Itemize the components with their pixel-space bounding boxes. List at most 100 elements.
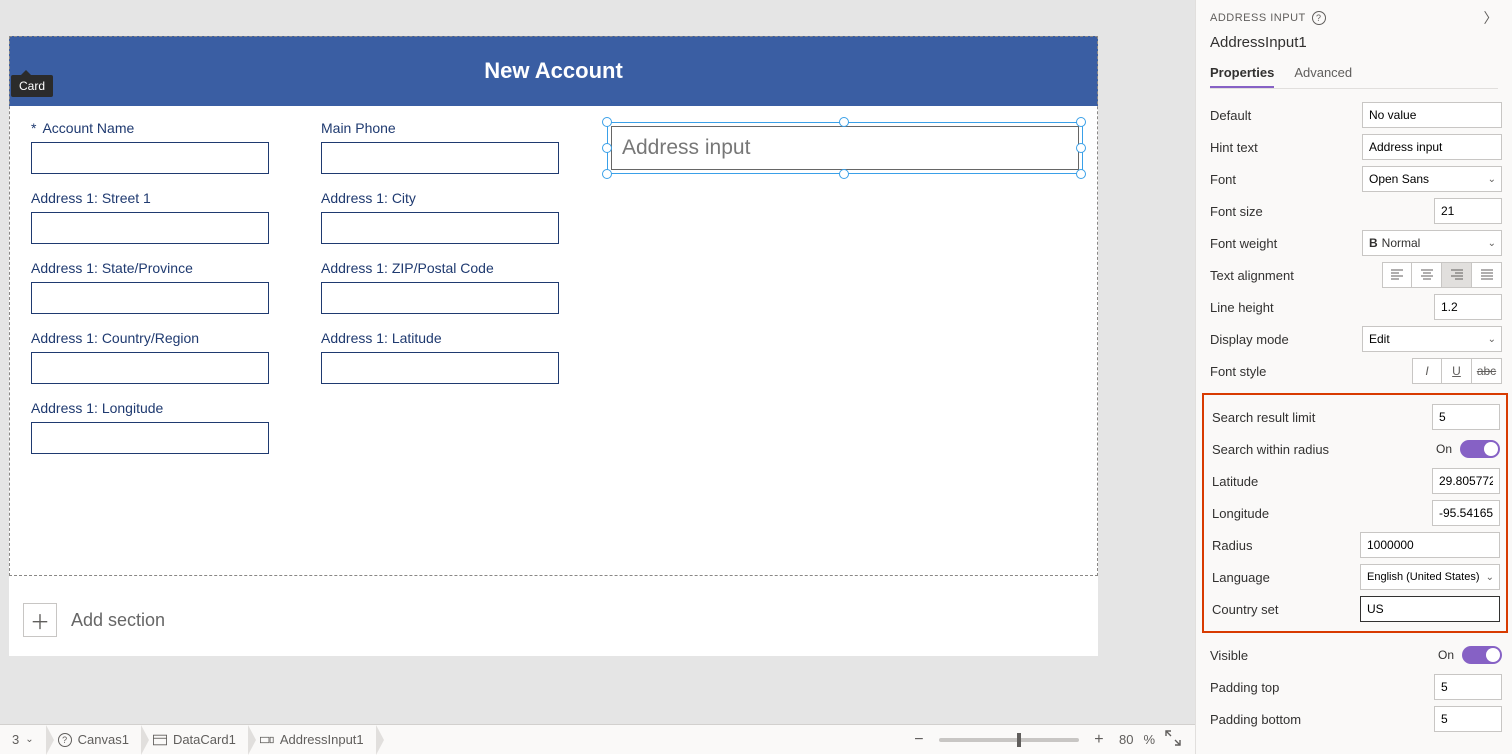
tab-advanced[interactable]: Advanced xyxy=(1294,59,1352,88)
add-section-button[interactable]: ＋ Add section xyxy=(9,590,1098,650)
input-account-name[interactable] xyxy=(31,142,269,174)
prop-radius: Radius xyxy=(1212,529,1500,561)
input-pad-top[interactable] xyxy=(1434,674,1502,700)
plus-icon: ＋ xyxy=(23,603,57,637)
prop-latitude: Latitude xyxy=(1212,465,1500,497)
address-input-box[interactable]: Address input xyxy=(611,126,1079,170)
input-zip[interactable] xyxy=(321,282,559,314)
select-font[interactable] xyxy=(1362,166,1502,192)
field-account-name: *Account Name xyxy=(31,120,321,174)
prop-line-height: Line height xyxy=(1210,291,1502,323)
input-street1[interactable] xyxy=(31,212,269,244)
field-city: Address 1: City xyxy=(321,190,611,244)
breadcrumb-addressinput1[interactable]: AddressInput1 xyxy=(248,725,376,754)
input-latitude[interactable] xyxy=(321,352,559,384)
collapse-panel-icon[interactable]: 〉 xyxy=(1484,8,1499,28)
field-label: Main Phone xyxy=(321,120,396,136)
input-font-size[interactable] xyxy=(1434,198,1502,224)
input-main-phone[interactable] xyxy=(321,142,559,174)
prop-display-mode: Display mode ⌄ xyxy=(1210,323,1502,355)
field-street1: Address 1: Street 1 xyxy=(31,190,321,244)
field-latitude: Address 1: Latitude xyxy=(321,330,611,384)
align-right-button[interactable] xyxy=(1442,262,1472,288)
zoom-controls: − + 80 % xyxy=(909,730,1195,749)
align-group xyxy=(1382,262,1502,288)
help-icon[interactable]: ? xyxy=(1312,11,1326,25)
input-prop-latitude[interactable] xyxy=(1432,468,1500,494)
prop-default: Default xyxy=(1210,99,1502,131)
field-label: Address 1: Street 1 xyxy=(31,190,151,206)
input-prop-longitude[interactable] xyxy=(1432,500,1500,526)
input-search-limit[interactable] xyxy=(1432,404,1500,430)
italic-button[interactable]: I xyxy=(1412,358,1442,384)
input-hint[interactable] xyxy=(1362,134,1502,160)
zoom-slider[interactable] xyxy=(939,738,1079,742)
add-section-label: Add section xyxy=(71,610,165,631)
underline-button[interactable]: U xyxy=(1442,358,1472,384)
field-label: Address 1: City xyxy=(321,190,416,206)
tooltip-card: Card xyxy=(11,75,53,97)
field-label: Account Name xyxy=(42,120,134,136)
breadcrumb-datacard1[interactable]: DataCard1 xyxy=(141,725,248,754)
prop-language: Language ⌄ xyxy=(1212,561,1500,593)
field-main-phone: Main Phone xyxy=(321,120,611,174)
align-justify-button[interactable] xyxy=(1472,262,1502,288)
field-longitude: Address 1: Longitude xyxy=(31,400,321,454)
card-icon xyxy=(153,734,167,746)
field-country: Address 1: Country/Region xyxy=(31,330,321,384)
breadcrumb-canvas1[interactable]: ? Canvas1 xyxy=(46,725,141,754)
zoom-percent: 80 xyxy=(1119,732,1133,747)
prop-font-style: Font style I U abc xyxy=(1210,355,1502,387)
search-settings-highlight: Search result limit Search within radius… xyxy=(1202,393,1508,633)
zoom-unit: % xyxy=(1143,732,1155,747)
chevron-down-icon: ⌄ xyxy=(25,734,33,745)
panel-tabs: Properties Advanced xyxy=(1210,59,1498,89)
strike-button[interactable]: abc xyxy=(1472,358,1502,384)
select-language[interactable] xyxy=(1360,564,1500,590)
font-style-group: I U abc xyxy=(1412,358,1502,384)
breadcrumb-bar: 3 ⌄ ? Canvas1 DataCard1 AddressInput1 − … xyxy=(0,724,1195,754)
toggle-visible[interactable] xyxy=(1462,646,1502,664)
zoom-out-button[interactable]: − xyxy=(909,731,929,749)
field-label: Address 1: ZIP/Postal Code xyxy=(321,260,494,276)
align-left-button[interactable] xyxy=(1382,262,1412,288)
control-name: AddressInput1 xyxy=(1210,34,1498,51)
panel-category: ADDRESS INPUT xyxy=(1210,12,1306,24)
fullscreen-icon[interactable] xyxy=(1165,730,1181,749)
field-label: Address 1: State/Province xyxy=(31,260,193,276)
form-card: New Account *Account Name Main Phone Add… xyxy=(9,36,1098,656)
input-pad-bottom[interactable] xyxy=(1434,706,1502,732)
input-city[interactable] xyxy=(321,212,559,244)
breadcrumb-first[interactable]: 3 ⌄ xyxy=(0,725,46,754)
address-input-control[interactable]: Address input xyxy=(611,126,1079,470)
prop-visible: Visible On xyxy=(1210,639,1502,671)
prop-hint: Hint text xyxy=(1210,131,1502,163)
form-title: New Account xyxy=(9,36,1098,106)
field-state: Address 1: State/Province xyxy=(31,260,321,314)
prop-pad-bottom: Padding bottom xyxy=(1210,703,1502,735)
canvas-area: New Account *Account Name Main Phone Add… xyxy=(0,0,1195,754)
prop-search-limit: Search result limit xyxy=(1212,401,1500,433)
properties-panel: ADDRESS INPUT ? 〉 AddressInput1 Properti… xyxy=(1195,0,1512,754)
align-center-button[interactable] xyxy=(1412,262,1442,288)
toggle-search-radius[interactable] xyxy=(1460,440,1500,458)
input-state[interactable] xyxy=(31,282,269,314)
select-font-weight[interactable]: BNormal xyxy=(1362,230,1502,256)
prop-longitude: Longitude xyxy=(1212,497,1500,529)
field-zip: Address 1: ZIP/Postal Code xyxy=(321,260,611,314)
input-country-set[interactable] xyxy=(1360,596,1500,622)
input-default[interactable] xyxy=(1362,102,1502,128)
input-line-height[interactable] xyxy=(1434,294,1502,320)
select-display-mode[interactable] xyxy=(1362,326,1502,352)
input-radius[interactable] xyxy=(1360,532,1500,558)
input-country[interactable] xyxy=(31,352,269,384)
prop-pad-top: Padding top xyxy=(1210,671,1502,703)
zoom-in-button[interactable]: + xyxy=(1089,731,1109,749)
prop-search-radius: Search within radius On xyxy=(1212,433,1500,465)
input-longitude[interactable] xyxy=(31,422,269,454)
tab-properties[interactable]: Properties xyxy=(1210,59,1274,88)
field-label: Address 1: Country/Region xyxy=(31,330,199,346)
prop-font-weight: Font weight BNormal⌄ xyxy=(1210,227,1502,259)
help-icon: ? xyxy=(58,733,72,747)
prop-country-set: Country set xyxy=(1212,593,1500,625)
